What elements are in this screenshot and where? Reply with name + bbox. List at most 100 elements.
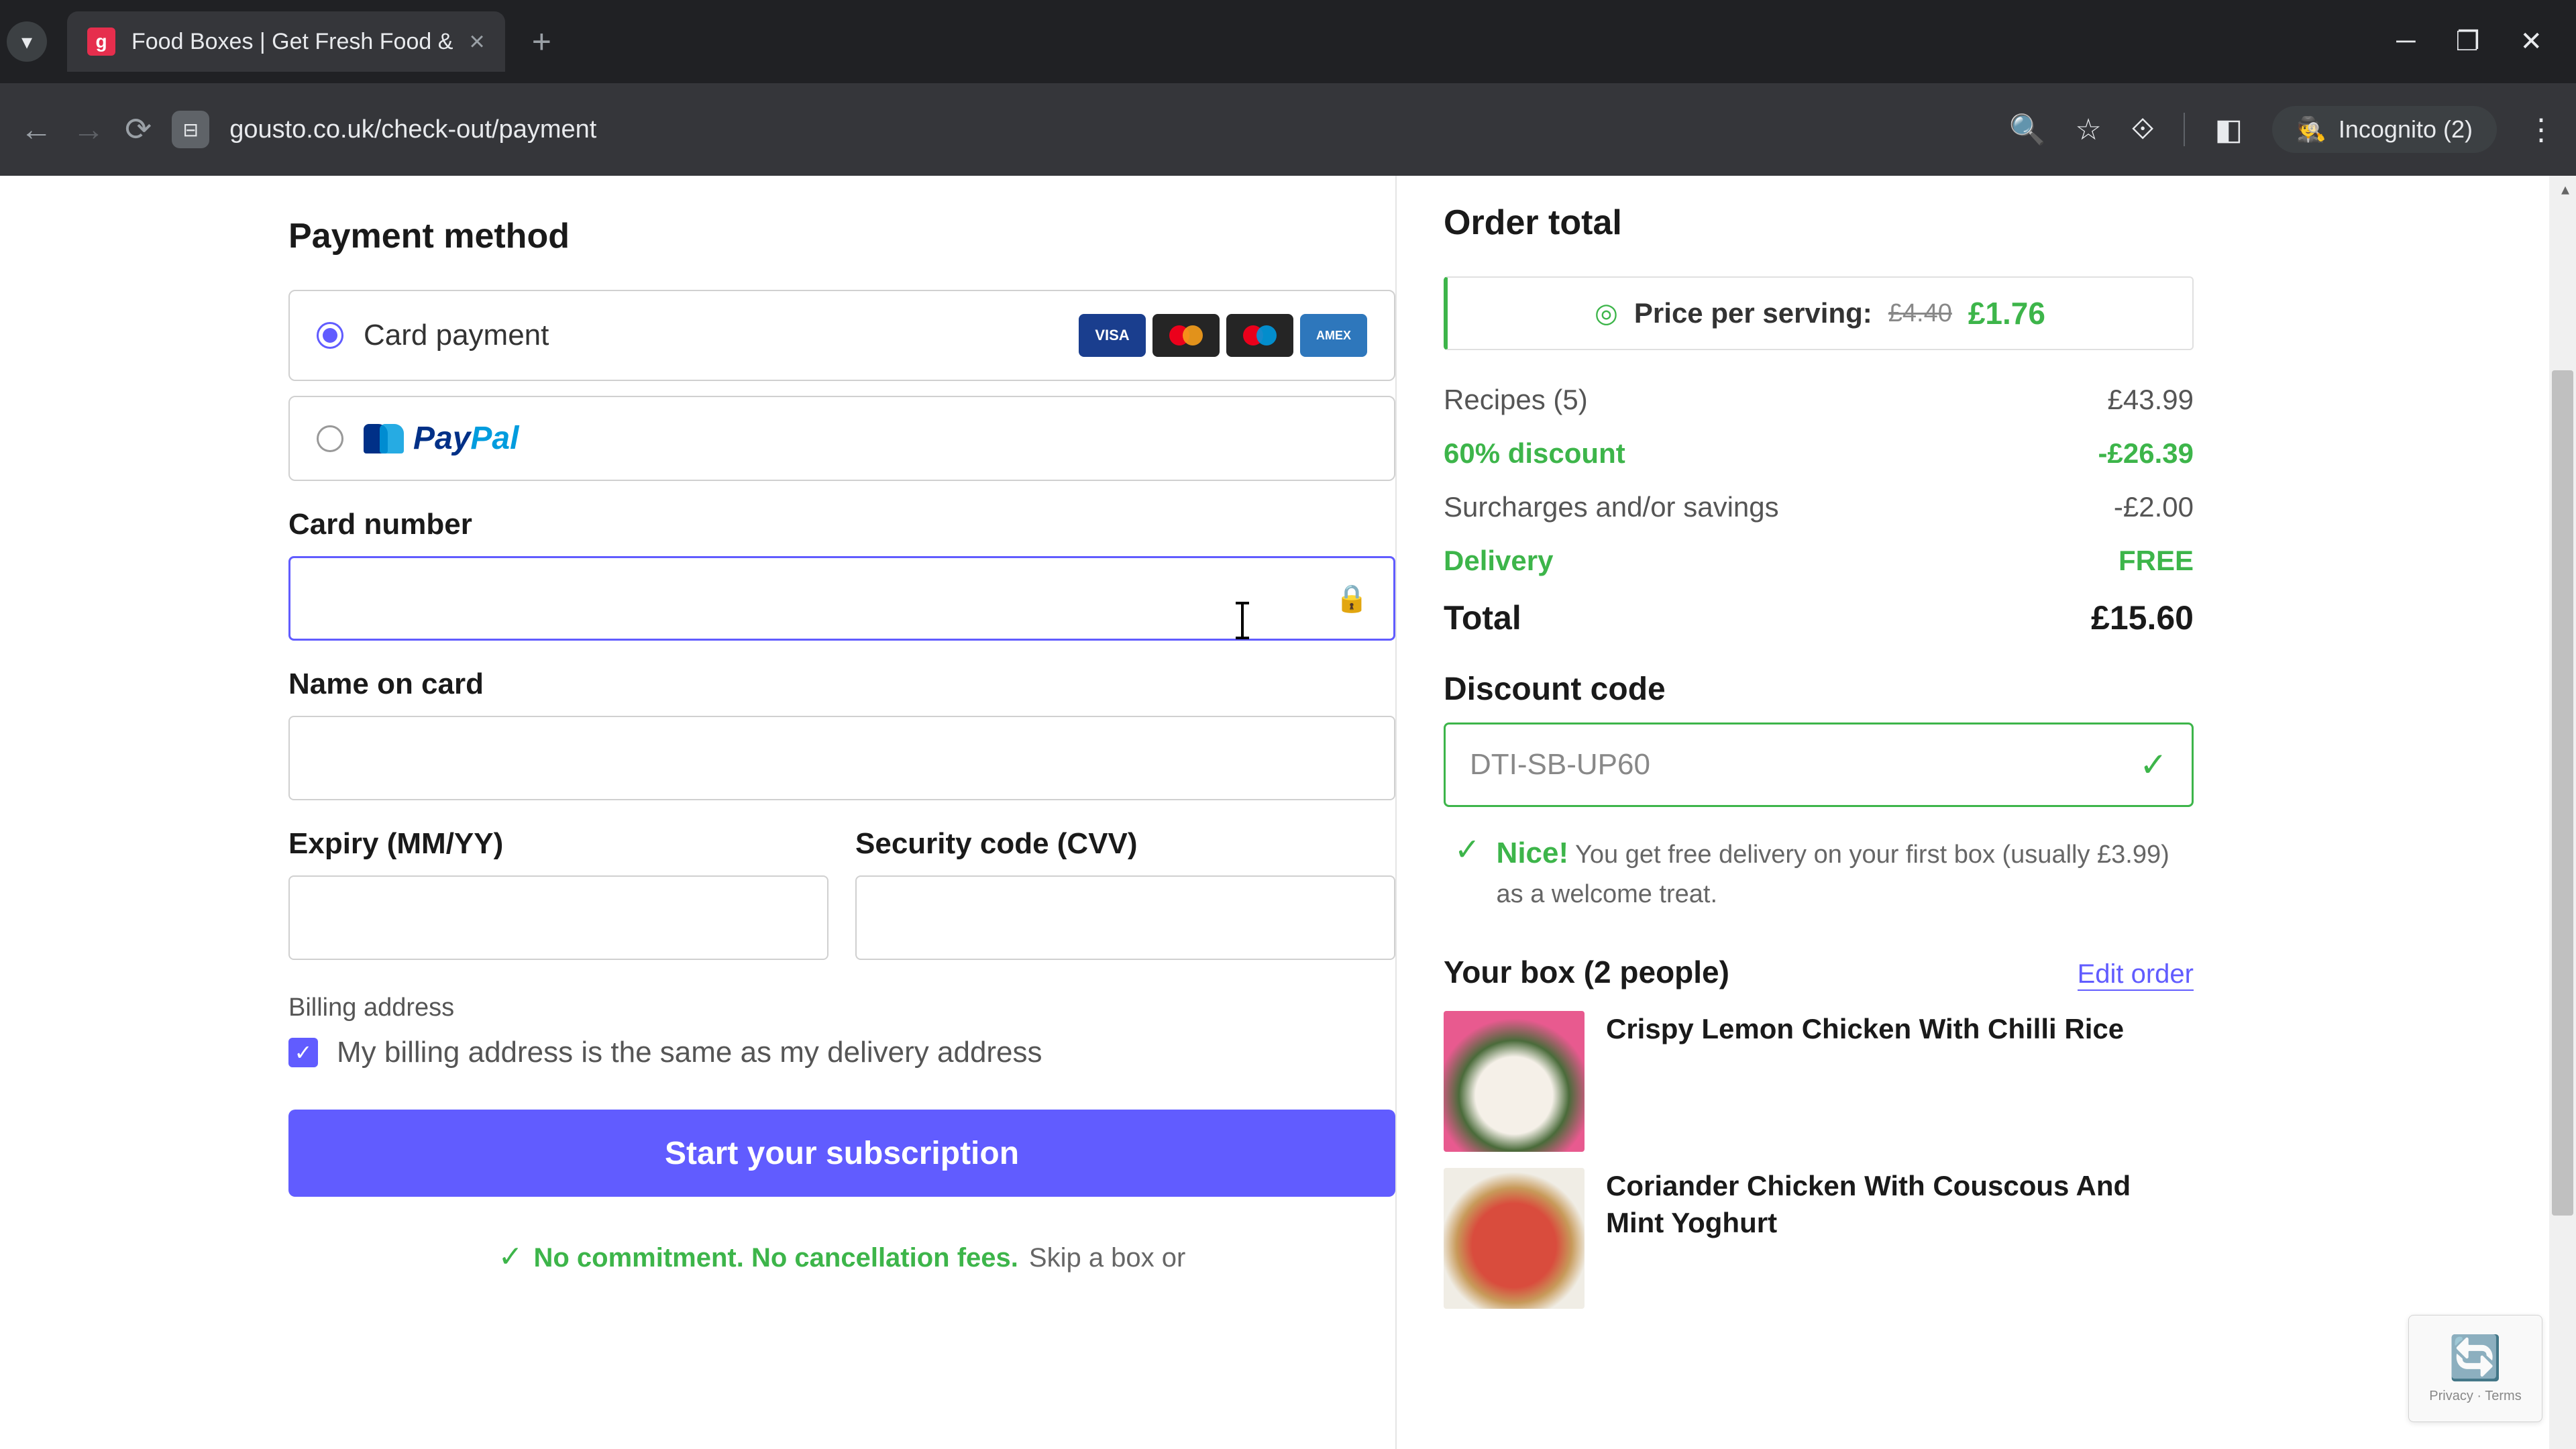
close-window-button[interactable]: ✕ (2520, 26, 2542, 57)
total-label: Total (1444, 598, 1521, 637)
line-label: Delivery (1444, 545, 1553, 577)
billing-address-label: Billing address (288, 994, 1395, 1022)
payment-option-paypal[interactable]: PayPal (288, 396, 1395, 481)
radio-card[interactable] (317, 322, 343, 349)
line-value: -£26.39 (2098, 437, 2194, 470)
chevron-down-icon: ▾ (21, 29, 32, 54)
billing-same-label: My billing address is the same as my del… (337, 1036, 1042, 1069)
tab-title: Food Boxes | Get Fresh Food & (131, 29, 453, 55)
recaptcha-icon: 🔄 (2449, 1333, 2502, 1383)
tab-bar: ▾ g Food Boxes | Get Fresh Food & × + ─ … (0, 0, 2576, 83)
mastercard-icon (1152, 314, 1220, 357)
recaptcha-privacy[interactable]: Privacy (2429, 1389, 2473, 1403)
pps-old: £4.40 (1888, 299, 1952, 328)
incognito-badge[interactable]: 🕵 Incognito (2) (2272, 106, 2497, 153)
back-button[interactable]: ← (20, 111, 52, 148)
line-total: Total £15.60 (1444, 598, 2194, 637)
start-subscription-button[interactable]: Start your subscription (288, 1110, 1395, 1197)
box-title: Your box (2 people) (1444, 954, 1729, 990)
check-icon: ✓ (498, 1240, 523, 1274)
line-discount: 60% discount -£26.39 (1444, 437, 2194, 470)
line-label: 60% discount (1444, 437, 1625, 470)
recaptcha-links: Privacy · Terms (2429, 1389, 2521, 1404)
paypal-logo: PayPal (364, 420, 519, 457)
pps-new: £1.76 (1968, 295, 2045, 331)
maestro-icon (1226, 314, 1293, 357)
recipe-image (1444, 1011, 1585, 1152)
recipe-item: Coriander Chicken With Couscous And Mint… (1444, 1168, 2194, 1309)
extensions-icon[interactable]: ⟐ (2131, 113, 2155, 146)
recaptcha-terms[interactable]: Terms (2485, 1389, 2521, 1403)
zoom-icon[interactable]: 🔍 (2009, 112, 2046, 147)
line-value: -£2.00 (2114, 491, 2194, 523)
close-tab-button[interactable]: × (469, 27, 484, 57)
site-info-button[interactable]: ⊟ (172, 111, 209, 148)
name-on-card-label: Name on card (288, 667, 1395, 701)
edit-order-link[interactable]: Edit order (2078, 959, 2194, 991)
expiry-label: Expiry (MM/YY) (288, 827, 828, 861)
visa-icon: VISA (1079, 314, 1146, 357)
discount-code-value: DTI-SB-UP60 (1470, 748, 1650, 782)
paypal-p-light-icon (380, 424, 404, 453)
favicon-icon: g (87, 28, 115, 56)
scrollbar[interactable]: ▴ (2549, 176, 2576, 1449)
sidepanel-icon[interactable]: ◧ (2214, 113, 2243, 147)
cvv-label: Security code (CVV) (855, 827, 1395, 861)
check-icon: ✓ (1454, 831, 1481, 914)
pps-label: Price per serving: (1634, 297, 1872, 329)
page-content: Payment method Card payment VISA AMEX Pa… (0, 176, 2576, 1449)
line-recipes: Recipes (5) £43.99 (1444, 384, 2194, 416)
name-on-card-input[interactable] (288, 716, 1395, 800)
reload-button[interactable]: ⟳ (125, 111, 152, 148)
expiry-input[interactable] (288, 875, 828, 960)
payment-option-card[interactable]: Card payment VISA AMEX (288, 290, 1395, 381)
card-logos: VISA AMEX (1079, 314, 1367, 357)
card-number-input[interactable] (288, 556, 1395, 641)
recaptcha-badge[interactable]: 🔄 Privacy · Terms (2408, 1315, 2542, 1422)
minimize-button[interactable]: ─ (2396, 26, 2415, 57)
line-label: Recipes (5) (1444, 384, 1588, 416)
discount-code-input[interactable]: DTI-SB-UP60 ✓ (1444, 722, 2194, 807)
paypal-pal-text: Pal (470, 420, 519, 457)
commitment-bold: No commitment. No cancellation fees. (534, 1243, 1018, 1273)
commitment-rest: Skip a box or (1029, 1243, 1185, 1273)
cvv-input[interactable] (855, 875, 1395, 960)
tab-search-button[interactable]: ▾ (7, 21, 47, 62)
line-value: £43.99 (2108, 384, 2194, 416)
payment-heading: Payment method (288, 216, 1395, 256)
price-per-serving-box: ◎ Price per serving: £4.40 £1.76 (1444, 276, 2194, 350)
payment-form: Payment method Card payment VISA AMEX Pa… (288, 176, 1395, 1449)
scroll-thumb[interactable] (2552, 370, 2573, 1216)
commitment-text: ✓ No commitment. No cancellation fees. S… (288, 1240, 1395, 1274)
box-header: Your box (2 people) Edit order (1444, 954, 2194, 991)
lock-icon: 🔒 (1335, 583, 1368, 614)
scroll-up-icon[interactable]: ▴ (2561, 180, 2569, 199)
maximize-button[interactable]: ❐ (2456, 26, 2480, 57)
recipe-item: Crispy Lemon Chicken With Chilli Rice (1444, 1011, 2194, 1152)
address-bar: ← → ⟳ ⊟ gousto.co.uk/check-out/payment 🔍… (0, 83, 2576, 176)
radio-paypal[interactable] (317, 425, 343, 452)
nice-bold: Nice! (1497, 837, 1569, 869)
card-option-label: Card payment (364, 319, 549, 352)
url-text[interactable]: gousto.co.uk/check-out/payment (229, 115, 1988, 144)
billing-same-row[interactable]: ✓ My billing address is the same as my d… (288, 1036, 1395, 1069)
line-delivery: Delivery FREE (1444, 545, 2194, 577)
billing-same-checkbox[interactable]: ✓ (288, 1038, 318, 1067)
line-value: FREE (2118, 545, 2194, 577)
browser-tab[interactable]: g Food Boxes | Get Fresh Food & × (67, 11, 505, 72)
card-number-label: Card number (288, 508, 1395, 541)
forward-button[interactable]: → (72, 111, 105, 148)
incognito-label: Incognito (2) (2339, 115, 2473, 144)
menu-button[interactable]: ⋮ (2526, 113, 2556, 147)
card-number-wrap: 🔒 (288, 556, 1395, 641)
bookmark-icon[interactable]: ☆ (2075, 113, 2101, 147)
new-tab-button[interactable]: + (532, 22, 551, 61)
discount-message: ✓ Nice! You get free delivery on your fi… (1444, 831, 2194, 914)
badge-icon: ◎ (1595, 298, 1618, 329)
recipe-name: Crispy Lemon Chicken With Chilli Rice (1606, 1011, 2124, 1048)
incognito-icon: 🕵 (2296, 115, 2326, 144)
line-label: Surcharges and/or savings (1444, 491, 1779, 523)
discount-code-label: Discount code (1444, 671, 2194, 708)
total-value: £15.60 (2091, 598, 2194, 637)
recipe-image (1444, 1168, 1585, 1309)
